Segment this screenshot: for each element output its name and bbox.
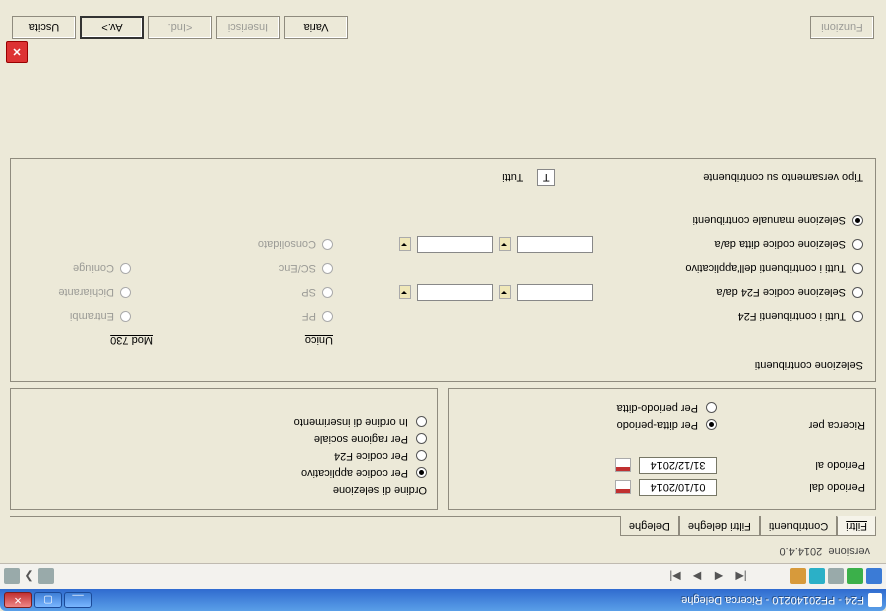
button-funzioni: Funzioni (810, 16, 874, 39)
label-tipo-desc: Tutti (502, 172, 523, 184)
nav-first[interactable]: |◀ (735, 571, 747, 583)
selection-panel: Selezione contribuenti Unico Mod 730 Tut… (10, 158, 876, 382)
db-icon[interactable] (809, 569, 825, 585)
tabs: Filtri Contribuenti Filtri deleghe Deleg… (10, 516, 876, 537)
maximize-button[interactable]: ▢ (34, 592, 62, 608)
radio-per-codice-applicativo[interactable] (416, 468, 427, 479)
opt-per-ragione-sociale: Per ragione sociale (314, 433, 408, 445)
input-ditta-da[interactable] (517, 236, 593, 253)
opt-in-ordine-inserimento: In ordine di inserimento (294, 416, 408, 428)
globe-icon[interactable] (866, 569, 882, 585)
opt-tutti-applicativo: Tutti i contribuenti dell'applicativo (685, 263, 846, 275)
opt-per-codice-applicativo: Per codice applicativo (301, 467, 408, 479)
doc-icon[interactable] (790, 569, 806, 585)
radio-pf (322, 311, 333, 322)
input-periodo-dal[interactable] (639, 479, 717, 496)
opt-tutti-f24: Tutti i contribuenti F24 (738, 311, 846, 323)
opt-sel-manuale: Selezione manuale contribuenti (693, 215, 847, 227)
version-label: versione (828, 545, 870, 557)
version-value: 2014.4.0 (779, 545, 822, 557)
opt-scenc: SC/Enc (279, 263, 316, 275)
page-icon[interactable] (38, 569, 54, 585)
col-mod730: Mod 730 (110, 335, 153, 347)
input-periodo-al[interactable] (639, 457, 717, 474)
nav-last[interactable]: ▶| (669, 571, 681, 583)
chevron-right-icon[interactable]: ❯ (23, 571, 35, 583)
app-icon (868, 593, 882, 607)
button-uscita[interactable]: Uscita (12, 16, 76, 39)
button-av[interactable]: Av.> (80, 16, 144, 39)
button-ind: <Ind. (148, 16, 212, 39)
opt-coniuge: Coniuge (73, 263, 114, 275)
version-line: versione 2014.4.0 (10, 545, 876, 557)
dropdown-icon[interactable] (499, 286, 511, 300)
opt-entrambi: Entrambi (70, 311, 114, 323)
radio-periodo-ditta[interactable] (706, 403, 717, 414)
input-tipo-versamento[interactable] (537, 169, 555, 186)
input-f24-da[interactable] (517, 284, 593, 301)
opt-sel-codice-f24: Selezione codice F24 da/a (716, 287, 846, 299)
radio-scenc (322, 263, 333, 274)
nav-next[interactable]: ▶ (691, 571, 703, 583)
order-panel: Ordine di selezione Per codice applicati… (10, 388, 438, 510)
dropdown-icon[interactable] (499, 238, 511, 252)
radio-sel-codice-ditta[interactable] (852, 239, 863, 250)
input-ditta-a[interactable] (417, 236, 493, 253)
button-varia[interactable]: Varia (284, 16, 348, 39)
tab-filtri-deleghe[interactable]: Filtri deleghe (679, 516, 760, 536)
label-ordine: Ordine di selezione (333, 484, 427, 496)
opt-per-codice-f24: Per codice F24 (334, 450, 408, 462)
radio-ditta-periodo[interactable] (706, 420, 717, 431)
radio-entrambi (120, 311, 131, 322)
button-inserisci: Inserisci (216, 16, 280, 39)
radio-per-ragione-sociale[interactable] (416, 434, 427, 445)
radio-coniuge (120, 263, 131, 274)
label-ricerca-per: Ricerca per (725, 419, 865, 431)
tab-filtri[interactable]: Filtri (837, 516, 876, 536)
calendar-icon[interactable] (615, 459, 631, 473)
col-unico: Unico (305, 335, 333, 347)
radio-consolidato (322, 239, 333, 250)
dropdown-icon[interactable] (399, 238, 411, 252)
button-bar: ✕ Funzioni Varia Inserisci <Ind. Av.> Us… (0, 0, 886, 56)
window-title: F24 - PF20140210 - Ricerca Deleghe (94, 594, 864, 606)
label-periodo-dal: Periodo dal (725, 482, 865, 494)
radio-sel-manuale[interactable] (852, 215, 863, 226)
gear-icon[interactable] (828, 569, 844, 585)
tree-icon[interactable] (847, 569, 863, 585)
opt-pf: PF (302, 311, 316, 323)
radio-per-codice-f24[interactable] (416, 451, 427, 462)
input-f24-a[interactable] (417, 284, 493, 301)
radio-tutti-applicativo[interactable] (852, 263, 863, 274)
opt-sel-codice-ditta: Selezione codice ditta da/a (715, 239, 846, 251)
minimize-button[interactable]: __ (64, 592, 92, 608)
window-close-button[interactable]: ✕ (4, 592, 32, 608)
radio-tutti-f24[interactable] (852, 311, 863, 322)
opt-ditta-periodo: Per ditta-periodo (617, 419, 698, 431)
period-panel: Periodo dal Periodo al Ricerca per Per d… (448, 388, 876, 510)
calendar-icon[interactable] (615, 481, 631, 495)
radio-dichiarante (120, 287, 131, 298)
tab-deleghe[interactable]: Deleghe (620, 516, 679, 536)
label-tipo-versamento: Tipo versamento su contribuente (703, 172, 863, 184)
nav-prev[interactable]: ◀ (713, 571, 725, 583)
radio-in-ordine-inserimento[interactable] (416, 417, 427, 428)
stack-icon[interactable] (4, 569, 20, 585)
label-periodo-al: Periodo al (725, 460, 865, 472)
opt-consolidato: Consolidato (258, 239, 316, 251)
radio-sp (322, 287, 333, 298)
panel-close-button[interactable]: ✕ (6, 41, 28, 63)
opt-dichiarante: Dichiarante (58, 287, 114, 299)
opt-sp: SP (301, 287, 316, 299)
opt-periodo-ditta: Per periodo-ditta (617, 402, 698, 414)
titlebar: F24 - PF20140210 - Ricerca Deleghe __ ▢ … (0, 589, 886, 611)
tab-contribuenti[interactable]: Contribuenti (760, 516, 837, 536)
toolbar: |◀ ◀ ▶ ▶| ❯ (0, 563, 886, 589)
dropdown-icon[interactable] (399, 286, 411, 300)
radio-sel-codice-f24[interactable] (852, 287, 863, 298)
label-selezione-contribuenti: Selezione contribuenti (23, 359, 863, 371)
